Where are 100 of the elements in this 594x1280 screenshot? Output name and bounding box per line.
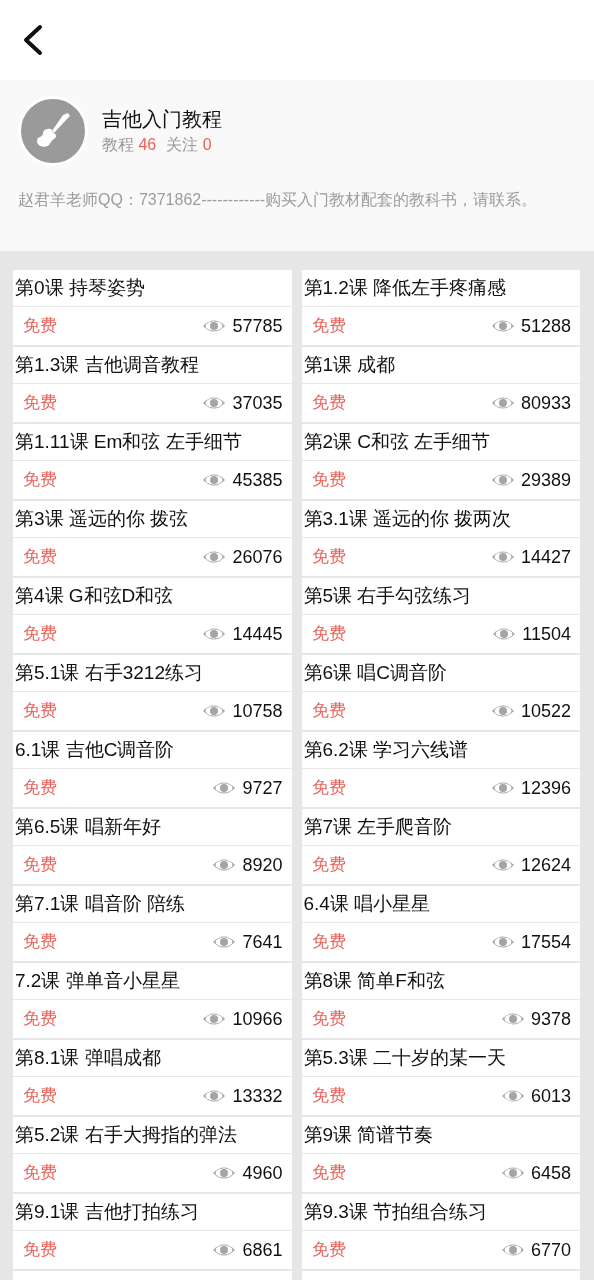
lesson-title: 第5.1课 右手3212练习: [15, 660, 203, 685]
view-count: 14445: [232, 622, 283, 646]
price-tag: 免费: [23, 775, 57, 801]
eye-icon: [500, 1012, 525, 1026]
lesson-card[interactable]: 第6.2课 学习六线谱 免费 12396: [301, 732, 580, 807]
eye-icon: [212, 858, 237, 872]
lesson-title: 7.2课 弹单音小星星: [15, 968, 180, 993]
lesson-card[interactable]: 第7.1课 唱音阶 陪练 免费 7641: [13, 886, 292, 961]
price-tag: 免费: [23, 390, 57, 416]
view-count: 10966: [232, 1007, 283, 1031]
eye-icon: [212, 781, 237, 795]
view-count: 51288: [520, 314, 571, 338]
view-count: 12624: [520, 853, 571, 877]
lesson-title: 第8.1课 弹唱成都: [15, 1045, 161, 1070]
lesson-title: 第5.2课 右手大拇指的弹法: [15, 1122, 237, 1147]
lesson-title: 第3课 遥远的你 拨弦: [15, 506, 189, 531]
lesson-title: 第1.11课 Em和弦 左手细节: [15, 429, 242, 454]
lesson-card[interactable]: 第2课 C和弦 左手细节 免费 29389: [301, 424, 580, 499]
lesson-card[interactable]: 第1.11课 Em和弦 左手细节 免费 45385: [13, 424, 292, 499]
view-count: 14427: [520, 545, 571, 569]
lesson-card[interactable]: 第1课 成都 免费 80933: [301, 347, 580, 422]
lesson-card[interactable]: 第8课 简单F和弦 免费 9378: [301, 963, 580, 1038]
lesson-card[interactable]: 第5.2课 右手大拇指的弹法 免费 4960: [13, 1117, 292, 1192]
lesson-title: 第9.3课 节拍组合练习: [303, 1199, 488, 1224]
price-tag: 免费: [311, 621, 346, 647]
view-count: 80933: [520, 391, 571, 415]
view-count: 12396: [520, 776, 571, 800]
lesson-card[interactable]: 第4课 G和弦D和弦 免费 14445: [13, 578, 292, 653]
lesson-card[interactable]: 6.4课 唱小星星 免费 17554: [301, 886, 580, 961]
view-count: 45385: [232, 468, 283, 492]
lesson-card[interactable]: 第9课 简谱节奏 免费 6458: [301, 1117, 580, 1192]
lesson-card[interactable]: 第6.5课 唱新年好 免费 8920: [13, 809, 292, 884]
price-tag: 免费: [311, 698, 346, 724]
view-count: 17554: [520, 930, 571, 954]
lesson-card[interactable]: 第9.1课 吉他打拍练习 免费 6861: [13, 1194, 292, 1269]
price-tag: 免费: [311, 1160, 346, 1186]
lesson-card[interactable]: 第9.3课 节拍组合练习 免费 6770: [301, 1194, 580, 1269]
view-count: 6013: [530, 1084, 571, 1108]
lesson-card[interactable]: 7.2课 弹单音小星星 免费 10966: [13, 963, 292, 1038]
lesson-card[interactable]: 第1.2课 降低左手疼痛感 免费 51288: [301, 270, 580, 345]
eye-icon: [202, 319, 227, 333]
eye-icon: [202, 550, 227, 564]
lesson-card[interactable]: 第3课 遥远的你 拨弦 免费 26076: [13, 501, 292, 576]
lesson-title: 第6.2课 学习六线谱: [303, 737, 469, 762]
lesson-card[interactable]: 第6课 唱C调音阶 免费 10522: [301, 655, 580, 730]
price-tag: 免费: [23, 544, 57, 570]
price-tag: 免费: [311, 852, 346, 878]
view-count: 37035: [232, 391, 283, 415]
lesson-card[interactable]: 第5课 右手勾弦练习 免费 11504: [301, 578, 580, 653]
eye-icon: [490, 550, 515, 564]
lesson-title: 第3.1课 遥远的你 拨两次: [303, 506, 512, 531]
lesson-card[interactable]: 第5.3课 二十岁的某一天 免费 6013: [301, 1040, 580, 1115]
lesson-title: 第1课 成都: [303, 352, 396, 377]
view-count: 13332: [232, 1084, 283, 1108]
price-tag: 免费: [311, 390, 346, 416]
lesson-card[interactable]: 第0课 持琴姿势 免费 57785: [13, 270, 292, 345]
eye-icon: [490, 319, 515, 333]
lesson-card[interactable]: 第5.1课 右手3212练习 免费 10758: [13, 655, 292, 730]
price-tag: 免费: [311, 775, 346, 801]
view-count: 9727: [242, 776, 283, 800]
lesson-card[interactable]: 第1.3课 吉他调音教程 免费 37035: [13, 347, 292, 422]
price-tag: 免费: [23, 313, 57, 339]
eye-icon: [490, 858, 515, 872]
view-count: 10522: [520, 699, 571, 723]
view-count: 8920: [242, 853, 283, 877]
price-tag: 免费: [23, 467, 57, 493]
view-count: 6770: [530, 1238, 571, 1262]
lesson-title: 第7.1课 唱音阶 陪练: [15, 891, 185, 916]
price-tag: 免费: [311, 467, 346, 493]
eye-icon: [490, 473, 515, 487]
eye-icon: [490, 704, 515, 718]
lesson-title: 6.1课 吉他C调音阶: [15, 737, 175, 762]
price-tag: 免费: [311, 544, 346, 570]
price-tag: 免费: [311, 929, 346, 955]
eye-icon: [202, 1012, 227, 1026]
eye-icon: [202, 627, 227, 641]
stat-text: 教程 46: [102, 135, 157, 155]
eye-icon: [212, 1243, 237, 1257]
lesson-card[interactable]: 6.1课 吉他C调音阶 免费 9727: [13, 732, 292, 807]
lesson-title: 第0课 持琴姿势: [15, 275, 145, 300]
lesson-title: 第5.3课 二十岁的某一天: [303, 1045, 507, 1070]
lesson-card[interactable]: 第3.1课 遥远的你 拨两次 免费 14427: [301, 501, 580, 576]
view-count: 4960: [242, 1161, 283, 1185]
eye-icon: [490, 935, 515, 949]
description-text: 赵君羊老师QQ：7371862------------购买入门教材配套的教科书，请联系。: [18, 190, 539, 210]
view-count: 57785: [232, 314, 283, 338]
eye-icon: [500, 1166, 525, 1180]
lesson-title: 第6课 唱C调音阶: [303, 660, 448, 685]
channel-title: 吉他入门教程: [102, 107, 222, 132]
view-count: 26076: [232, 545, 283, 569]
price-tag: 免费: [311, 1237, 346, 1263]
eye-icon: [490, 781, 515, 795]
lesson-title: 第9课 简谱节奏: [303, 1122, 434, 1147]
eye-icon: [212, 935, 237, 949]
price-tag: 免费: [23, 929, 57, 955]
lesson-title: 第1.2课 降低左手疼痛感: [303, 275, 507, 300]
lesson-title: 第6.5课 唱新年好: [15, 814, 161, 839]
eye-icon: [490, 396, 515, 410]
lesson-card[interactable]: 第7课 左手爬音阶 免费 12624: [301, 809, 580, 884]
lesson-card[interactable]: 第8.1课 弹唱成都 免费 13332: [13, 1040, 292, 1115]
